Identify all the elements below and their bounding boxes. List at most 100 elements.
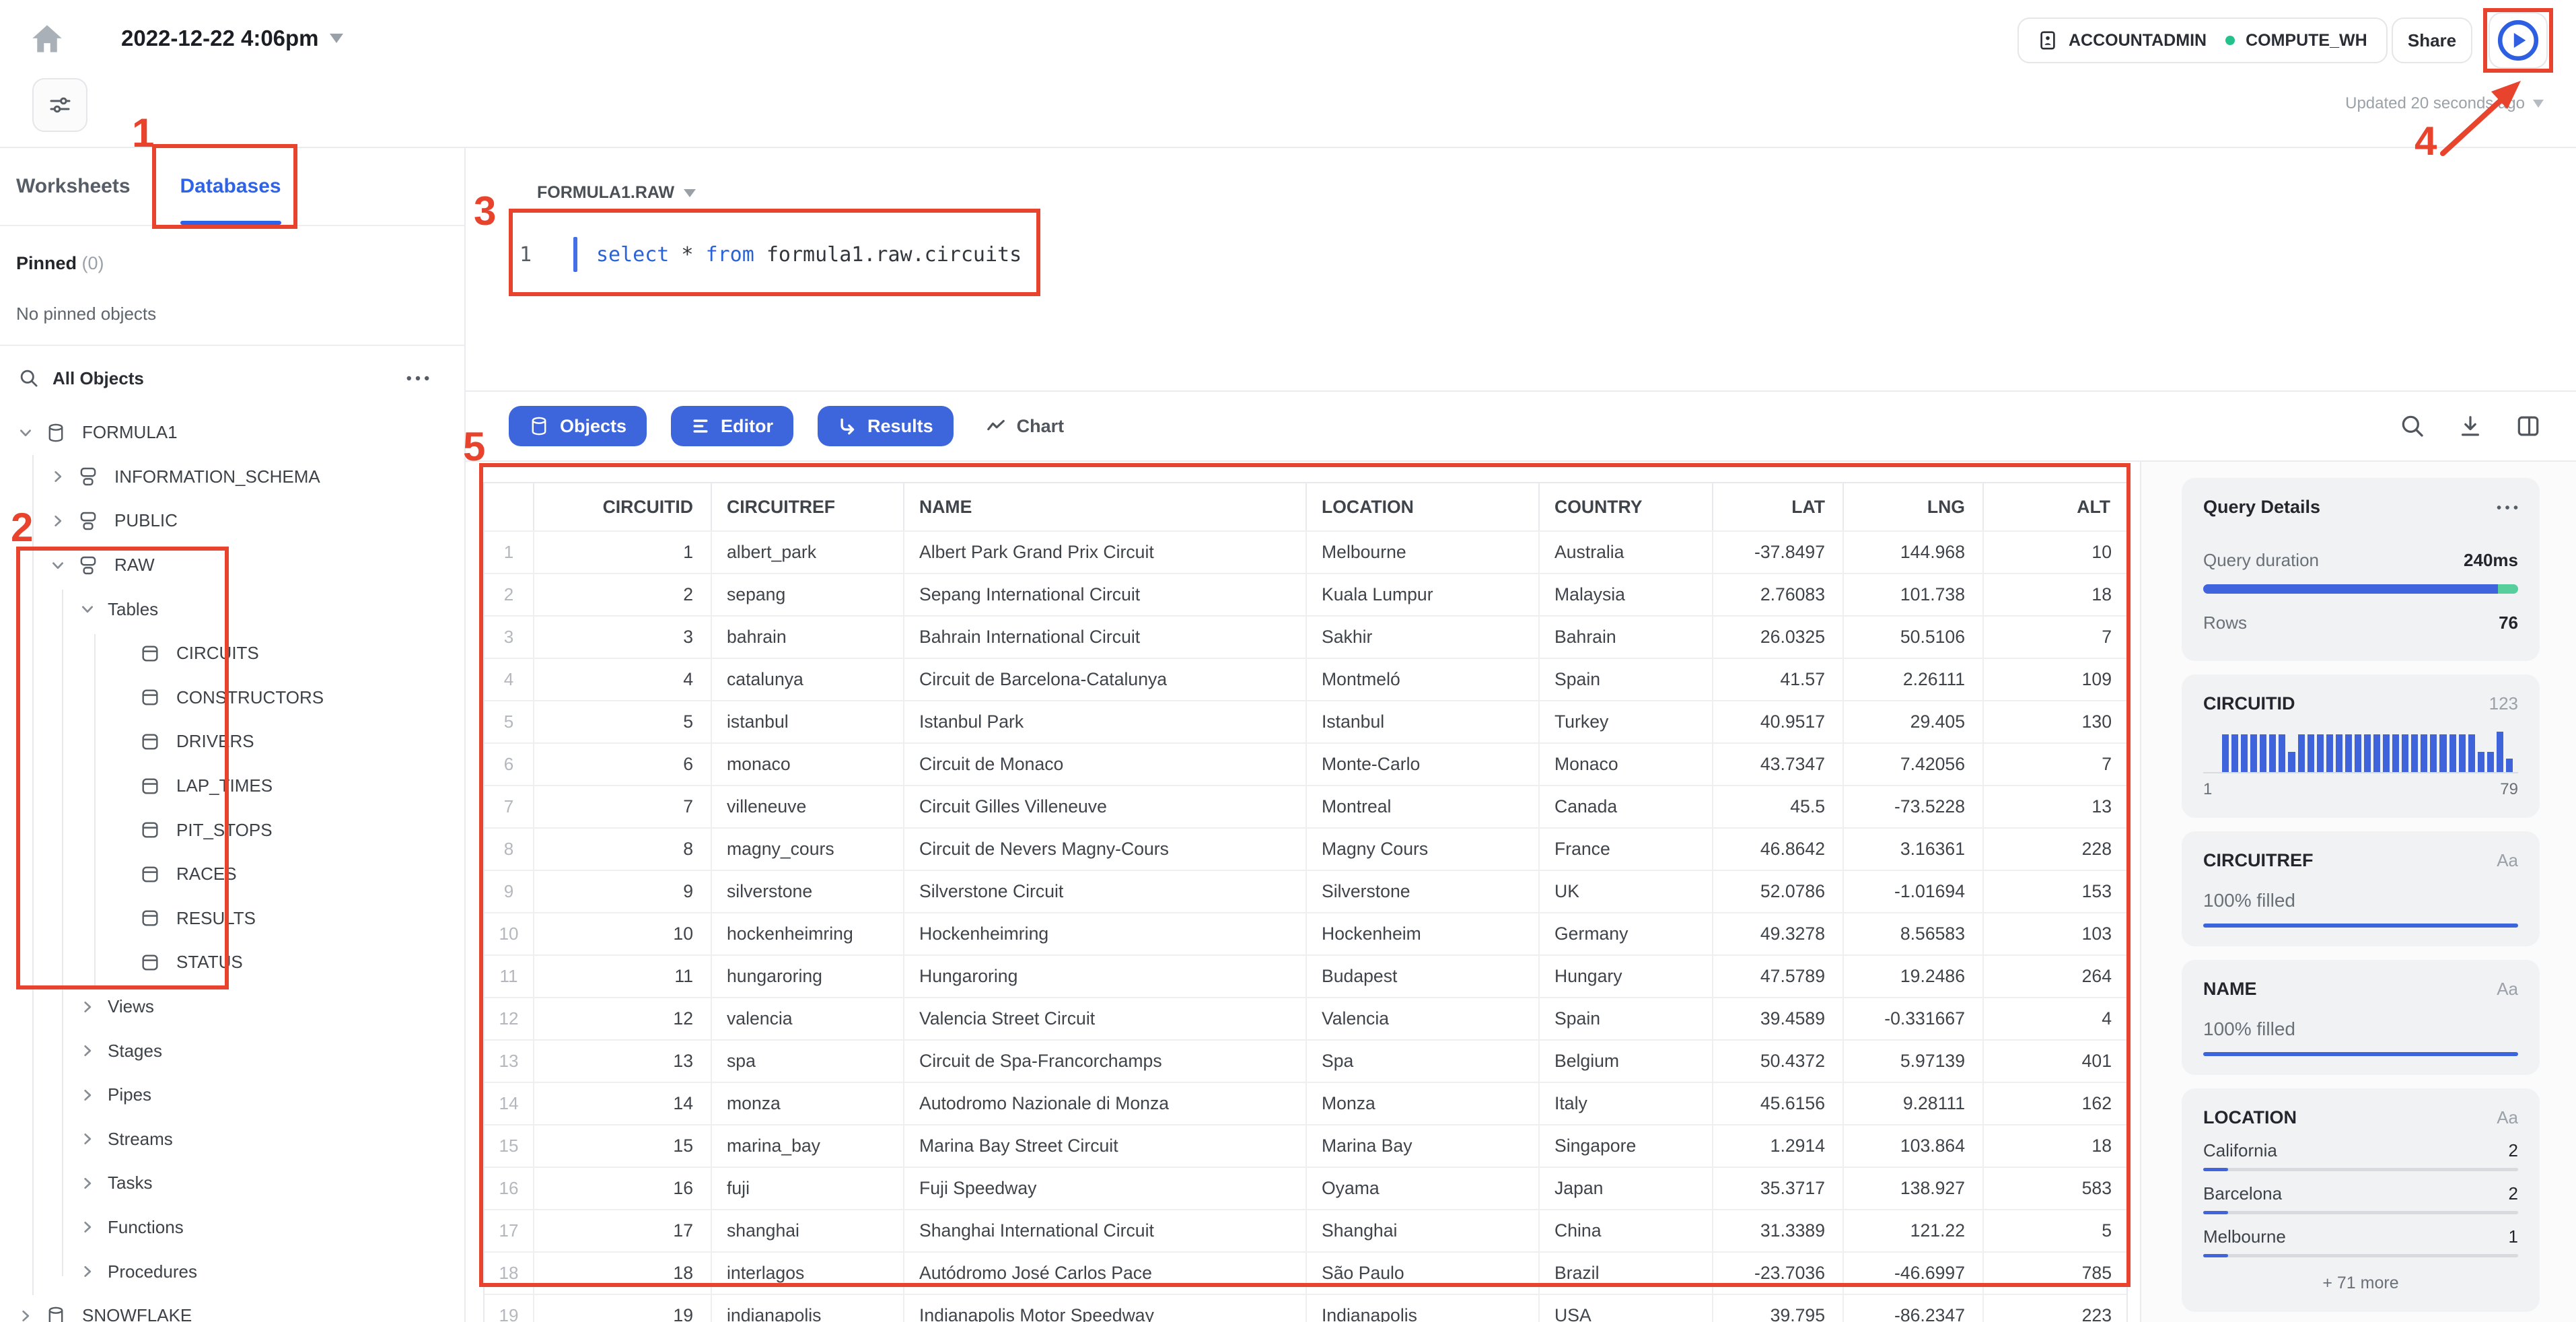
table-row[interactable]: 14 14 monza Autodromo Nazionale di Monza Mon… (485, 1082, 2126, 1124)
table-row[interactable]: 10 10 hockenheimring Hockenheimring Hockenhe… (485, 912, 2126, 954)
table-row[interactable]: 15 15 marina_bay Marina Bay Street Circuit M… (485, 1124, 2126, 1167)
chevron-down-icon[interactable] (78, 602, 97, 616)
tree-item-pit_stops[interactable]: PIT_STOPS (0, 808, 464, 852)
histogram-bar (2354, 734, 2361, 772)
chevron-down-icon[interactable] (16, 426, 35, 440)
object-search[interactable]: All Objects (0, 346, 464, 411)
table-row[interactable]: 12 12 valencia Valencia Street Circuit Valen… (485, 997, 2126, 1039)
tree-item-streams[interactable]: Streams (0, 1117, 464, 1162)
table-row[interactable]: 13 13 spa Circuit de Spa-Francorchamps Spa Be… (485, 1039, 2126, 1082)
view-button-chart[interactable]: Chart (978, 406, 1073, 446)
table-row[interactable]: 6 6 monaco Circuit de Monaco Monte-Carlo Mona… (485, 742, 2126, 785)
tree-item-raw[interactable]: RAW (0, 543, 464, 588)
chevron-right-icon[interactable] (78, 1265, 97, 1278)
filled-bar (2203, 1052, 2518, 1056)
table-row[interactable]: 8 8 magny_cours Circuit de Nevers Magny-Cou… (485, 827, 2126, 870)
search-icon[interactable] (2400, 413, 2425, 439)
column-header-index[interactable] (485, 483, 534, 530)
updated-status[interactable]: Updated 20 seconds ago (2345, 94, 2544, 113)
filter-button[interactable] (32, 78, 87, 132)
column-header-name[interactable]: NAME (904, 483, 1307, 530)
chevron-right-icon[interactable] (78, 1044, 97, 1057)
table-row[interactable]: 17 17 shanghai Shanghai International Circu… (485, 1209, 2126, 1251)
column-header-lng[interactable]: LNG (1844, 483, 1984, 530)
editor-context-selector[interactable]: FORMULA1.RAW (537, 183, 696, 203)
table-row[interactable]: 1 1 albert_park Albert Park Grand Prix Circ… (485, 530, 2126, 573)
column-header-circuitid[interactable]: CIRCUITID (534, 483, 712, 530)
tree-item-drivers[interactable]: DRIVERS (0, 720, 464, 764)
table-row[interactable]: 3 3 bahrain Bahrain International Circuit Sa… (485, 615, 2126, 658)
table-row[interactable]: 4 4 catalunya Circuit de Barcelona-Cataluny… (485, 658, 2126, 700)
chevron-right-icon[interactable] (78, 1177, 97, 1190)
tree-item-status[interactable]: STATUS (0, 940, 464, 985)
tree-item-views[interactable]: Views (0, 985, 464, 1029)
pinned-header: Pinned (0) (16, 253, 448, 274)
table-row[interactable]: 11 11 hungaroring Hungaroring Budapest Hungar… (485, 954, 2126, 997)
tune-icon (50, 97, 71, 113)
column-header-location[interactable]: LOCATION (1307, 483, 1540, 530)
table-row[interactable]: 19 19 indianapolis Indianapolis Motor Speed… (485, 1294, 2126, 1322)
tab-worksheets[interactable]: Worksheets (16, 148, 131, 225)
context-selector[interactable]: ACCOUNTADMIN COMPUTE_WH (2017, 18, 2388, 63)
more-menu-icon[interactable] (2497, 505, 2518, 510)
tree-item-label: Stages (108, 1040, 162, 1061)
chevron-right-icon[interactable] (78, 1132, 97, 1146)
tree-item-results[interactable]: RESULTS (0, 897, 464, 941)
results-icon (838, 417, 857, 436)
tree-item-public[interactable]: PUBLIC (0, 499, 464, 543)
table-row[interactable]: 5 5 istanbul Istanbul Park Istanbul Turkey 40.… (485, 700, 2126, 742)
tree-item-information_schema[interactable]: INFORMATION_SCHEMA (0, 455, 464, 499)
tree-item-snowflake[interactable]: SNOWFLAKE (0, 1294, 464, 1322)
run-button[interactable] (2489, 12, 2548, 69)
download-icon[interactable] (2458, 413, 2483, 439)
table-cell: Istanbul Park (904, 701, 1307, 742)
tree-item-circuits[interactable]: CIRCUITS (0, 631, 464, 676)
column-header-alt[interactable]: ALT (1984, 483, 2129, 530)
tree-item-tables[interactable]: Tables (0, 587, 464, 631)
chevron-right-icon[interactable] (78, 1088, 97, 1102)
tree-item-races[interactable]: RACES (0, 852, 464, 897)
tree-item-lap_times[interactable]: LAP_TIMES (0, 764, 464, 808)
table-row[interactable]: 9 9 silverstone Silverstone Circuit Silverst… (485, 870, 2126, 912)
column-header-circuitref[interactable]: CIRCUITREF (712, 483, 904, 530)
column-header-country[interactable]: COUNTRY (1540, 483, 1713, 530)
chevron-right-icon[interactable] (48, 470, 67, 483)
tree-item-pipes[interactable]: Pipes (0, 1073, 464, 1117)
view-button-editor[interactable]: Editor (671, 406, 794, 446)
tree-item-procedures[interactable]: Procedures (0, 1249, 464, 1294)
table-row[interactable]: 7 7 villeneuve Circuit Gilles Villeneuve Mon… (485, 785, 2126, 827)
tree-item-stages[interactable]: Stages (0, 1029, 464, 1073)
table-row[interactable]: 18 18 interlagos Autódromo José Carlos Pace… (485, 1251, 2126, 1294)
tree-item-constructors[interactable]: CONSTRUCTORS (0, 676, 464, 720)
chevron-right-icon[interactable] (78, 1000, 97, 1014)
tree-item-tasks[interactable]: Tasks (0, 1161, 464, 1206)
row-number: 17 (485, 1210, 534, 1251)
profile-card-circuitref: CIRCUITREF Aa 100% filled (2182, 831, 2540, 946)
home-icon[interactable] (30, 22, 65, 57)
table-cell: magny_cours (712, 829, 904, 870)
more-menu-icon[interactable] (406, 375, 429, 382)
view-button-objects[interactable]: Objects (509, 406, 647, 446)
chevron-down-icon[interactable] (48, 559, 67, 572)
tab-databases[interactable]: Databases (180, 148, 281, 225)
table-cell: 1 (534, 532, 712, 573)
sql-line[interactable]: 1 select * from formula1.raw.circuits (466, 232, 2576, 277)
table-cell: interlagos (712, 1253, 904, 1294)
duration-bar-blue (2203, 584, 2498, 594)
view-button-results[interactable]: Results (818, 406, 954, 446)
chevron-right-icon[interactable] (78, 1220, 97, 1234)
histogram-bar (2345, 734, 2352, 772)
split-columns-icon[interactable] (2515, 413, 2541, 439)
chevron-right-icon[interactable] (16, 1309, 35, 1322)
tree-item-functions[interactable]: Functions (0, 1206, 464, 1250)
column-header-lat[interactable]: LAT (1713, 483, 1844, 530)
table-cell: 16 (534, 1168, 712, 1209)
table-cell: hockenheimring (712, 913, 904, 954)
chevron-right-icon[interactable] (48, 514, 67, 528)
tree-item-formula1[interactable]: FORMULA1 (0, 411, 464, 455)
table-row[interactable]: 2 2 sepang Sepang International Circuit Kual… (485, 573, 2126, 615)
worksheet-title[interactable]: 2022-12-22 4:06pm (121, 26, 343, 51)
share-button[interactable]: Share (2392, 18, 2472, 63)
show-more-values-link[interactable]: + 71 more (2203, 1274, 2518, 1293)
table-row[interactable]: 16 16 fuji Fuji Speedway Oyama Japan 35.3717 13… (485, 1167, 2126, 1209)
